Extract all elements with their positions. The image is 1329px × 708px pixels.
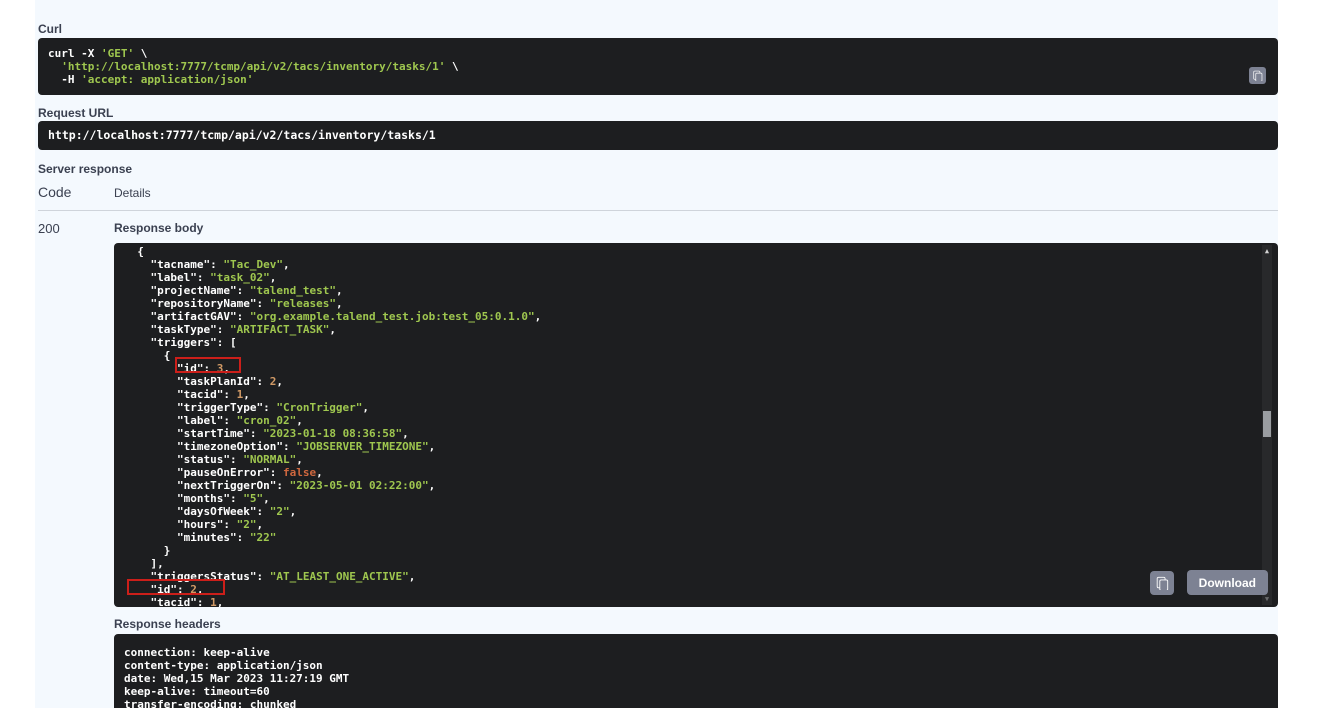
swagger-response-section: Curl curl -X 'GET' \ 'http://localhost:7… bbox=[0, 0, 1329, 708]
operation-body: Curl curl -X 'GET' \ 'http://localhost:7… bbox=[35, 0, 1278, 708]
scrollbar-thumb[interactable] bbox=[1263, 411, 1271, 437]
request-url-value: http://localhost:7777/tcmp/api/v2/tacs/i… bbox=[38, 121, 1278, 150]
request-url-label: Request URL bbox=[38, 106, 1278, 120]
response-headers-text: connection: keep-alive content-type: app… bbox=[124, 646, 1268, 708]
response-headers-block: connection: keep-alive content-type: app… bbox=[114, 634, 1278, 708]
status-code: 200 bbox=[38, 221, 114, 708]
response-row: 200 Response body { "tacname": "Tac_Dev"… bbox=[38, 221, 1278, 708]
response-body-scrollbar[interactable]: ▲ ▼ bbox=[1262, 245, 1272, 605]
response-body-label: Response body bbox=[114, 221, 1278, 235]
response-body-block: { "tacname": "Tac_Dev", "label": "task_0… bbox=[114, 243, 1278, 607]
download-button[interactable]: Download bbox=[1187, 570, 1268, 595]
curl-command-block: curl -X 'GET' \ 'http://localhost:7777/t… bbox=[38, 38, 1278, 95]
scroll-down-arrow-icon[interactable]: ▼ bbox=[1262, 595, 1272, 603]
response-headers-label: Response headers bbox=[114, 617, 1278, 631]
copy-response-button[interactable] bbox=[1150, 571, 1174, 595]
annotation-box-id-2 bbox=[127, 579, 225, 595]
response-body-json: { "tacname": "Tac_Dev", "label": "task_0… bbox=[124, 245, 1248, 607]
copy-icon bbox=[1252, 70, 1263, 81]
scroll-up-arrow-icon[interactable]: ▲ bbox=[1262, 247, 1272, 255]
response-body-controls: Download bbox=[1150, 570, 1268, 595]
details-column-header: Details bbox=[114, 186, 151, 200]
code-column-header: Code bbox=[38, 184, 114, 200]
curl-label: Curl bbox=[38, 22, 1278, 36]
copy-curl-button[interactable] bbox=[1249, 67, 1266, 84]
annotation-box-id-3 bbox=[175, 357, 241, 373]
copy-icon bbox=[1155, 576, 1169, 590]
responses-table: Code Details 200 Response body { "tacnam… bbox=[38, 184, 1278, 708]
responses-table-header: Code Details bbox=[38, 184, 1278, 211]
response-details: Response body { "tacname": "Tac_Dev", "l… bbox=[114, 221, 1278, 708]
server-response-label: Server response bbox=[38, 162, 1278, 176]
curl-command-text: curl -X 'GET' \ 'http://localhost:7777/t… bbox=[48, 47, 1234, 86]
